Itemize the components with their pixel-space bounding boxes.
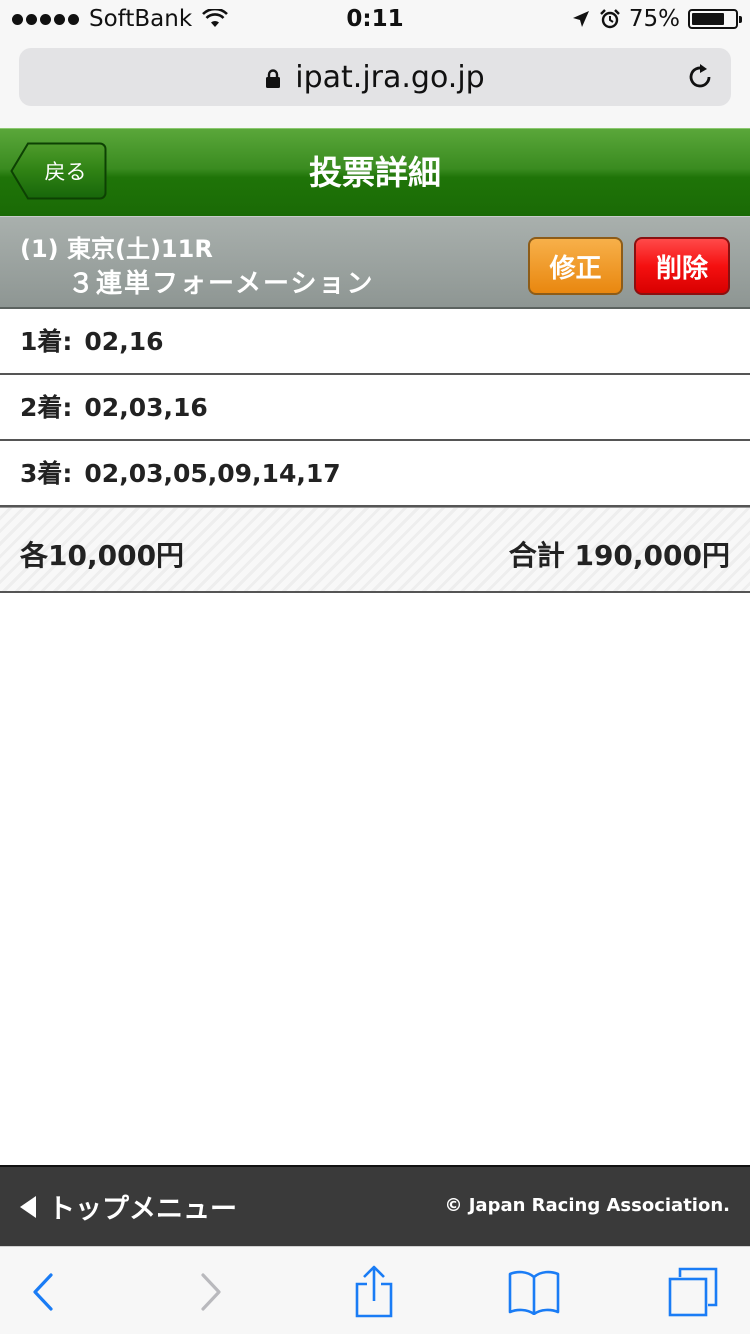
status-right: 75% [571,6,742,32]
alarm-icon [600,9,620,29]
address-bar[interactable]: ipat.jra.go.jp [19,48,731,106]
status-bar: SoftBank 0:11 75% [0,0,750,40]
share-button[interactable] [347,1265,401,1319]
selection-position: 1着: [20,327,73,356]
reload-icon[interactable] [685,62,715,92]
share-icon [355,1265,393,1318]
location-arrow-icon [572,11,589,27]
wifi-icon [202,9,229,27]
race-info-bar: (1) 東京(土)11R ３連単フォーメーション 修正 削除 [0,216,750,309]
chevron-right-icon [201,1273,221,1311]
page-title: 投票詳細 [309,153,441,192]
selection-row-2nd: 2着: 02,03,16 [0,375,750,441]
bookmarks-button[interactable] [507,1265,561,1319]
selection-row-3rd: 3着: 02,03,05,09,14,17 [0,441,750,507]
tabs-button[interactable] [666,1265,720,1319]
browser-forward-button[interactable] [184,1265,238,1319]
selection-numbers: 02,03,05,09,14,17 [84,459,341,488]
tabs-icon [668,1267,718,1317]
copyright-text: © Japan Racing Association. [444,1195,730,1216]
book-icon [508,1270,560,1315]
top-menu-link[interactable]: トップメニュー [20,1187,237,1226]
delete-button[interactable]: 削除 [634,237,730,295]
selection-row-1st: 1着: 02,16 [0,309,750,375]
url-text: ipat.jra.go.jp [295,59,485,95]
race-name: (1) 東京(土)11R [20,235,213,263]
lock-icon [266,69,281,88]
browser-url-area: ipat.jra.go.jp [0,40,750,128]
edit-button[interactable]: 修正 [528,237,623,295]
carrier-name: SoftBank [89,6,193,32]
selection-position: 2着: [20,393,73,422]
page-header: 戻る 投票詳細 [0,128,750,217]
back-button-label: 戻る [44,160,87,184]
left-triangle-icon [20,1195,36,1218]
bet-type: ３連単フォーメーション [68,269,375,299]
battery-icon [688,9,742,29]
selection-position: 3着: [20,459,73,488]
back-button[interactable]: 戻る [10,142,107,200]
selection-numbers: 02,03,16 [84,393,208,422]
browser-toolbar [0,1246,750,1334]
amount-total: 合計 190,000円 [508,539,730,572]
signal-strength-icon [12,13,79,25]
chevron-left-icon [33,1273,53,1311]
status-left: SoftBank [12,6,229,32]
selection-numbers: 02,16 [84,327,164,356]
top-menu-label: トップメニュー [48,1194,237,1225]
battery-level [692,13,724,25]
page-footer: トップメニュー © Japan Racing Association. [0,1165,750,1246]
browser-back-button[interactable] [16,1265,70,1319]
amount-each: 各10,000円 [20,539,185,572]
amount-summary: 各10,000円 合計 190,000円 [0,507,750,593]
battery-percentage: 75% [628,6,680,32]
